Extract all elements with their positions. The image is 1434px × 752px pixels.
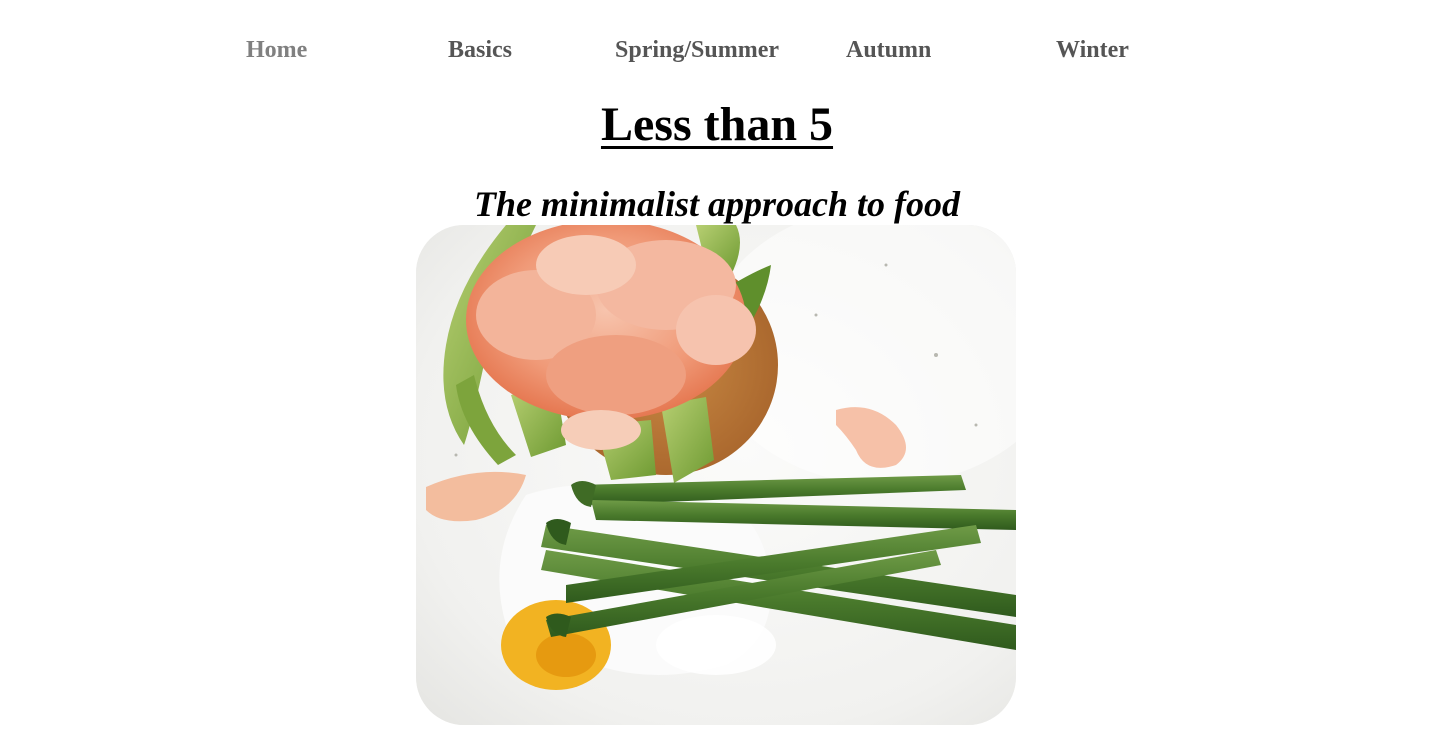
nav-winter[interactable]: Winter [1056,36,1129,64]
page-title: Less than 5 [600,98,834,151]
nav-autumn[interactable]: Autumn [846,36,931,64]
nav-home[interactable]: Home [246,36,307,64]
main-nav: Home Basics Spring/Summer Autumn Winter [0,36,1434,66]
nav-basics[interactable]: Basics [448,36,512,64]
food-photo-illustration [416,225,1016,725]
page: Home Basics Spring/Summer Autumn Winter … [0,0,1434,752]
hero-food-image [416,225,1016,725]
nav-spring-summer[interactable]: Spring/Summer [615,36,779,64]
page-subtitle: The minimalist approach to food [473,184,961,224]
